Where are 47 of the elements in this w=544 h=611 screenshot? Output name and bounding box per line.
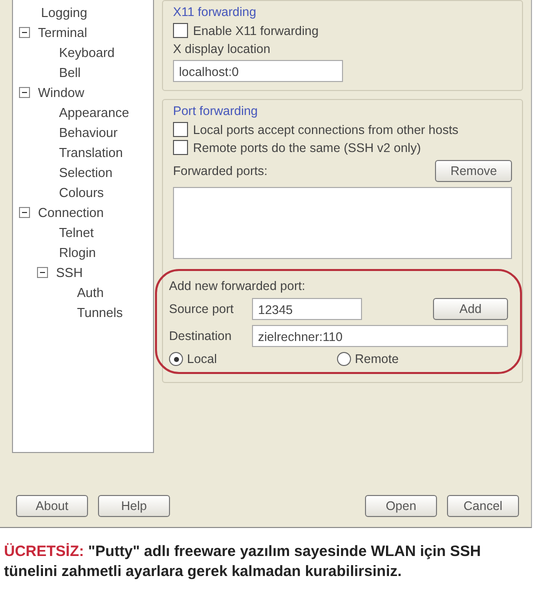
section-label: Add new forwarded port: — [169, 279, 306, 293]
checkbox[interactable] — [173, 23, 188, 38]
collapse-icon[interactable] — [19, 26, 30, 38]
radio-label: Local — [187, 352, 217, 366]
dialog-button[interactable]: Open — [365, 495, 437, 517]
tree-item[interactable]: Connection — [38, 204, 104, 220]
tree-item[interactable]: Keyboard — [59, 44, 115, 60]
add-button[interactable]: Add — [433, 298, 508, 320]
checkbox-label: Local ports accept connections from other hosts — [193, 122, 458, 136]
tree-item[interactable]: Telnet — [59, 224, 94, 240]
radio-button[interactable] — [336, 352, 351, 366]
tree-item[interactable]: Tunnels — [77, 304, 123, 320]
field-label: X display location — [173, 42, 272, 56]
dialog-button[interactable]: About — [16, 495, 88, 517]
tree-item[interactable]: Colours — [59, 184, 104, 200]
dialog-button[interactable]: Help — [98, 495, 170, 517]
collapse-icon[interactable] — [37, 266, 48, 278]
caption-text: ÜCRETSİZ: "Putty" adlı freeware yazılım sayesinde WLAN için SSH tünelini zahmetli ayarlara gerek kalmadan kurabilirsiniz. — [4, 542, 482, 582]
input-field[interactable]: localhost:0 — [173, 60, 343, 82]
tree-item[interactable]: Window — [38, 84, 84, 100]
field-label: Source port — [169, 302, 235, 316]
tree-item[interactable]: Auth — [77, 284, 104, 300]
tree-item[interactable]: Terminal — [38, 24, 88, 40]
list-label: Forwarded ports: — [173, 164, 268, 178]
tree-item[interactable]: Translation — [59, 144, 123, 160]
dialog-button[interactable]: Cancel — [447, 495, 519, 517]
tree-item[interactable]: SSH — [56, 264, 83, 280]
input-field[interactable]: zielrechner:110 — [252, 325, 508, 347]
tree-item[interactable]: Appearance — [59, 104, 130, 120]
checkbox[interactable] — [173, 122, 188, 137]
tree-item[interactable]: Logging — [41, 4, 88, 20]
tree-item[interactable]: Bell — [59, 64, 81, 80]
field-label: Destination — [169, 329, 233, 343]
group-title: Port forwarding — [173, 104, 259, 118]
radio-button[interactable] — [169, 352, 183, 366]
collapse-icon[interactable] — [19, 206, 30, 218]
input-field[interactable]: 12345 — [252, 298, 362, 320]
remove-button[interactable]: Remove — [435, 160, 512, 182]
radio-label: Remote — [354, 352, 399, 366]
tree-item[interactable]: Behaviour — [59, 124, 118, 140]
collapse-icon[interactable] — [19, 86, 30, 98]
tree-item[interactable]: Rlogin — [59, 244, 96, 260]
checkbox-label: Remote ports do the same (SSH v2 only) — [193, 140, 421, 154]
checkbox[interactable] — [173, 140, 188, 155]
group-title: X11 forwarding — [173, 5, 258, 19]
tree-item[interactable]: Selection — [59, 164, 112, 180]
checkbox-label: Enable X11 forwarding — [193, 24, 319, 38]
